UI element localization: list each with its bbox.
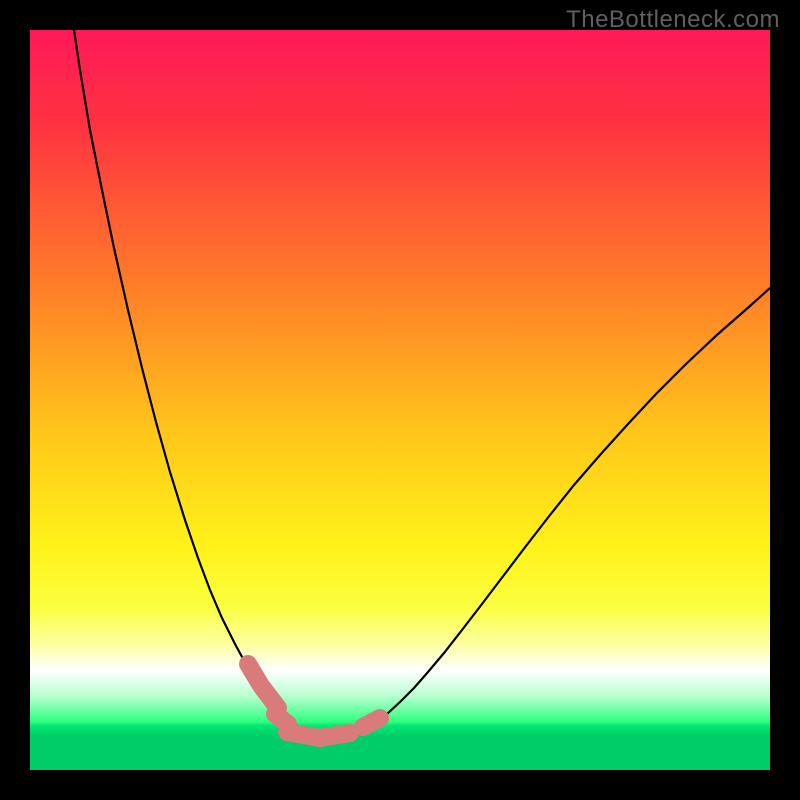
watermark-text: TheBottleneck.com bbox=[566, 6, 780, 34]
chart-frame: TheBottleneck.com bbox=[0, 0, 800, 800]
gradient-background bbox=[30, 30, 770, 770]
plot-area bbox=[30, 30, 770, 770]
marker-segment bbox=[363, 718, 380, 727]
marker-segment bbox=[275, 714, 288, 724]
marker-segment bbox=[319, 733, 350, 738]
marker-segment bbox=[262, 687, 278, 708]
chart-svg bbox=[30, 30, 770, 770]
